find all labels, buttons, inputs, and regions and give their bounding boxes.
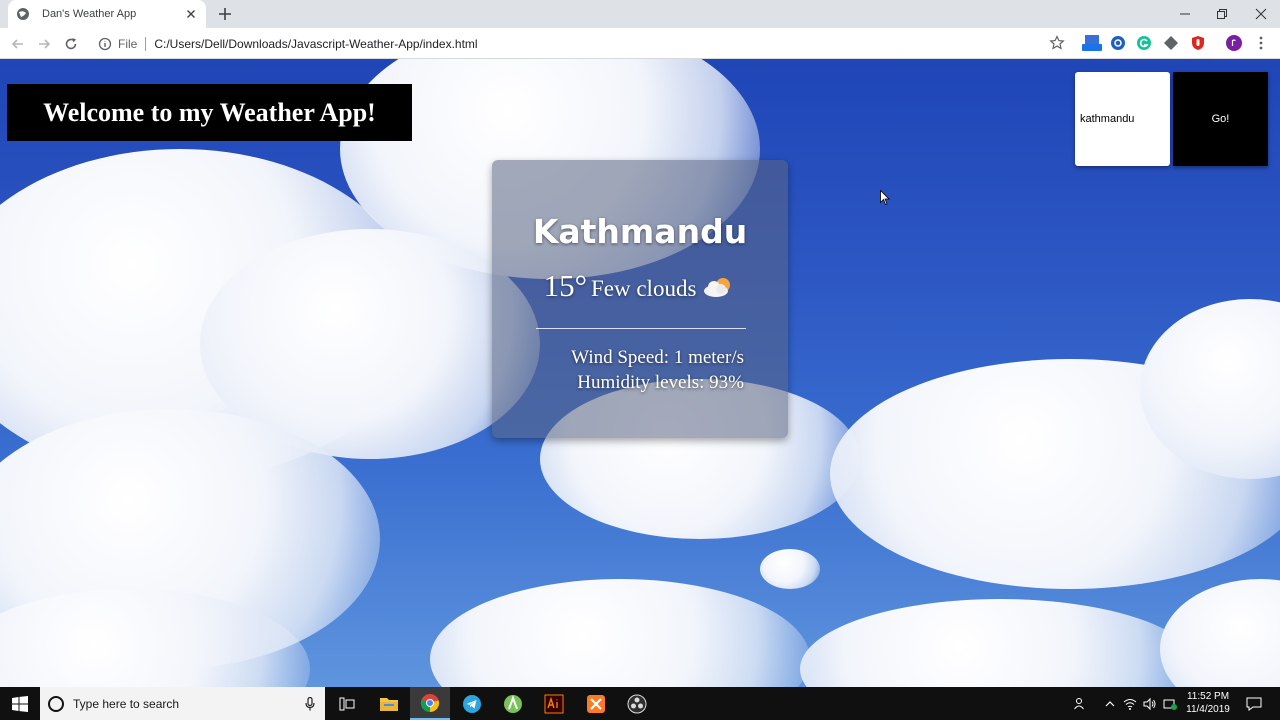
page-viewport: Welcome to my Weather App! Go! Kathmandu…	[0, 59, 1280, 687]
weather-condition-line: 15° Few clouds	[492, 268, 788, 304]
profile-avatar-icon[interactable]	[1226, 35, 1242, 51]
xampp-icon	[587, 694, 605, 713]
url-scheme-label: File	[118, 36, 138, 51]
arrow-left-icon	[11, 39, 23, 49]
humidity: Humidity levels: 93%	[577, 372, 744, 393]
network-tray-button[interactable]	[1120, 687, 1140, 720]
cortana-icon	[48, 695, 64, 712]
divider	[536, 328, 746, 329]
new-tab-icon[interactable]	[216, 5, 234, 23]
go-button[interactable]: Go!	[1173, 72, 1268, 166]
cloud	[430, 579, 810, 687]
action-center-button[interactable]	[1244, 687, 1264, 720]
tab-title: Dan's Weather App	[42, 8, 137, 20]
city-name: Kathmandu	[532, 212, 748, 251]
volume-tray-button[interactable]	[1140, 687, 1160, 720]
android-studio-icon	[504, 694, 522, 713]
extension-a-icon[interactable]	[1110, 35, 1126, 51]
extension-puzzle-icon[interactable]	[1163, 35, 1179, 51]
close-window-button[interactable]	[1242, 0, 1280, 28]
weather-card: Kathmandu 15° Few clouds Wind Speed: 1 m…	[492, 160, 788, 438]
city-search-input[interactable]	[1075, 72, 1170, 166]
weather-stats: Wind Speed: 1 meter/s Humidity levels: 9…	[492, 345, 744, 395]
partly-cloudy-icon	[704, 278, 731, 297]
security-icon	[1163, 699, 1177, 710]
minimize-button[interactable]	[1166, 0, 1204, 28]
obs-icon	[627, 694, 647, 713]
system-clock[interactable]: 11:52 PM 11/4/2019	[1178, 690, 1238, 716]
grammarly-icon[interactable]	[1136, 35, 1152, 51]
restore-icon	[1217, 9, 1227, 19]
cloud	[800, 599, 1200, 687]
reload-button[interactable]	[61, 34, 81, 54]
browser-tab[interactable]: Dan's Weather App	[8, 0, 206, 28]
back-button[interactable]	[8, 34, 28, 54]
illustrator-button[interactable]	[534, 687, 574, 720]
start-button[interactable]	[0, 687, 40, 720]
clock-time: 11:52 PM	[1186, 691, 1230, 702]
extension-new-icon[interactable]	[1082, 35, 1102, 51]
restore-button[interactable]	[1203, 0, 1241, 28]
browser-toolbar: File C:/Users/Dell/Downloads/Javascript-…	[0, 28, 1280, 59]
show-hidden-icons-button[interactable]	[1100, 687, 1120, 720]
forward-button[interactable]	[34, 34, 54, 54]
windows-icon	[12, 695, 28, 712]
weather-description: Few clouds	[590, 276, 697, 301]
arrow-right-icon	[39, 39, 51, 49]
page-title: Welcome to my Weather App!	[43, 97, 376, 127]
people-tray-button[interactable]	[1070, 687, 1090, 720]
close-tab-icon[interactable]	[184, 7, 198, 21]
xampp-button[interactable]	[576, 687, 616, 720]
globe-icon	[17, 8, 29, 20]
url-separator	[145, 36, 147, 51]
more-menu-icon[interactable]	[1254, 35, 1268, 51]
speaker-icon	[1143, 697, 1156, 710]
browser-tabstrip: Dan's Weather App	[0, 0, 1280, 28]
telegram-button[interactable]	[452, 687, 492, 720]
welcome-banner: Welcome to my Weather App!	[7, 84, 412, 141]
temperature: 15°	[543, 268, 587, 303]
bookmark-star-icon[interactable]	[1049, 35, 1065, 51]
taskbar-search-placeholder: Type here to search	[73, 696, 180, 711]
task-view-button[interactable]	[327, 687, 367, 720]
chevron-up-icon	[1105, 700, 1115, 706]
taskbar: Type here to search 11:52 PM 11/4/2019	[0, 687, 1280, 720]
wifi-icon	[1123, 698, 1137, 710]
notification-icon	[1246, 697, 1262, 711]
cloud	[1160, 579, 1280, 687]
wind-speed: Wind Speed: 1 meter/s	[571, 347, 744, 368]
file-explorer-button[interactable]	[369, 687, 409, 720]
address-bar[interactable]: File C:/Users/Dell/Downloads/Javascript-…	[90, 31, 1075, 56]
illustrator-icon	[544, 694, 564, 713]
folder-icon	[380, 697, 398, 711]
chrome-taskbar-button[interactable]	[410, 687, 450, 720]
reload-icon	[65, 38, 77, 50]
obs-button[interactable]	[617, 687, 657, 720]
task-view-icon	[339, 697, 355, 710]
mouse-cursor-icon	[880, 190, 890, 206]
close-icon	[1255, 8, 1267, 20]
info-icon[interactable]	[98, 37, 112, 51]
url-text[interactable]: C:/Users/Dell/Downloads/Javascript-Weath…	[154, 37, 477, 51]
clock-date: 11/4/2019	[1186, 704, 1230, 715]
android-studio-button[interactable]	[493, 687, 533, 720]
defender-tray-button[interactable]	[1160, 687, 1180, 720]
minimize-icon	[1180, 13, 1190, 15]
taskbar-search[interactable]: Type here to search	[40, 687, 325, 720]
telegram-icon	[463, 694, 481, 713]
chrome-icon	[420, 693, 440, 712]
people-icon	[1074, 697, 1084, 709]
extension-shield-icon[interactable]	[1190, 35, 1206, 51]
cloud	[760, 549, 820, 589]
microphone-icon[interactable]	[305, 696, 315, 711]
